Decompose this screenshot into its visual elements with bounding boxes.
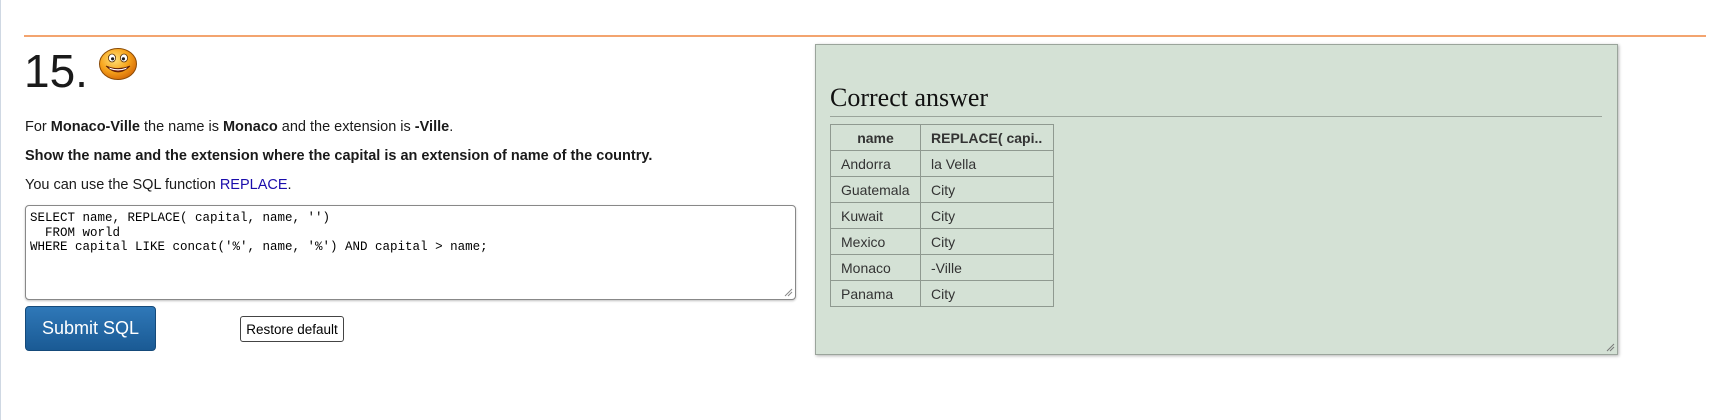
result-table: name REPLACE( capi.. Andorra la Vella Gua… [830, 124, 1054, 307]
intro-text: . [449, 119, 454, 135]
table-row: Andorra la Vella [830, 150, 1054, 177]
correct-answer-title: Correct answer [830, 83, 1602, 117]
restore-default-button[interactable]: Restore default [240, 316, 344, 342]
table-row: Mexico City [830, 228, 1054, 255]
table-cell: la Vella [920, 150, 1054, 177]
question-intro: For Monaco-Ville the name is Monaco and … [25, 119, 453, 135]
table-cell: -Ville [920, 254, 1054, 281]
intro-text: For [25, 119, 51, 135]
resize-grip-icon[interactable] [784, 288, 793, 297]
table-header-row: name REPLACE( capi.. [830, 124, 1054, 151]
question-hint: You can use the SQL function REPLACE. [25, 177, 292, 193]
page-left-border [0, 0, 1, 420]
table-cell: City [920, 176, 1054, 203]
correct-answer-panel: Correct answer name REPLACE( capi.. Ando… [815, 44, 1618, 355]
intro-extension: -Ville [414, 119, 450, 135]
table-cell: Andorra [830, 150, 921, 177]
hint-text: You can use the SQL function [25, 177, 220, 193]
table-cell: Guatemala [830, 176, 921, 203]
table-row: Panama City [830, 280, 1054, 307]
table-cell: City [920, 202, 1054, 229]
resize-grip-icon[interactable] [1606, 343, 1615, 352]
question-number: 15. [24, 45, 88, 97]
intro-capital: Monaco-Ville [50, 119, 140, 135]
hint-text: . [287, 177, 292, 193]
column-header: REPLACE( capi.. [920, 124, 1054, 151]
table-cell: City [920, 280, 1054, 307]
intro-text: the name is [139, 119, 223, 135]
table-row: Kuwait City [830, 202, 1054, 229]
section-divider [24, 35, 1706, 37]
table-row: Monaco -Ville [830, 254, 1054, 281]
table-cell: City [920, 228, 1054, 255]
question-task: Show the name and the extension where th… [25, 148, 653, 164]
table-cell: Kuwait [830, 202, 921, 229]
sql-editor[interactable]: SELECT name, REPLACE( capital, name, '')… [25, 205, 796, 300]
intro-country: Monaco [222, 119, 278, 135]
table-cell: Monaco [830, 254, 921, 281]
sql-code[interactable]: SELECT name, REPLACE( capital, name, '')… [30, 211, 488, 254]
smiley-face-icon [98, 47, 138, 86]
submit-sql-button[interactable]: Submit SQL [25, 306, 156, 351]
question-header: 15. [24, 46, 138, 96]
table-cell: Mexico [830, 228, 921, 255]
column-header: name [830, 124, 921, 151]
intro-text: and the extension is [277, 119, 415, 135]
table-cell: Panama [830, 280, 921, 307]
replace-function-link[interactable]: REPLACE [220, 177, 288, 193]
table-row: Guatemala City [830, 176, 1054, 203]
